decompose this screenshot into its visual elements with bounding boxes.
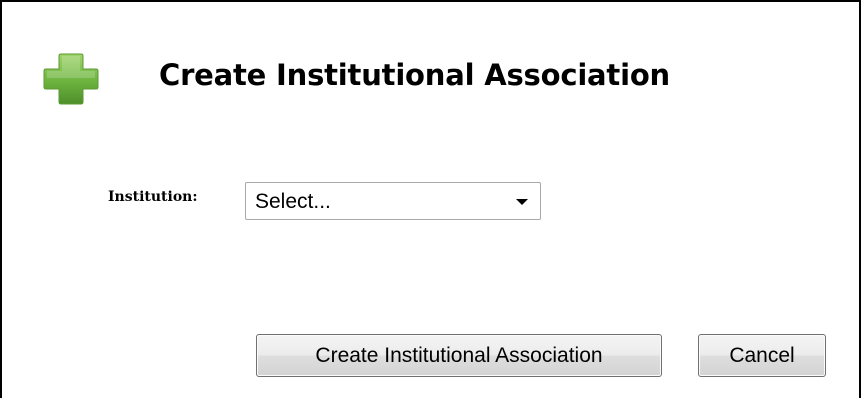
chevron-down-icon (516, 199, 528, 205)
dialog-panel: Create Institutional Association Institu… (0, 0, 861, 398)
cancel-button-label: Cancel (729, 343, 795, 367)
institution-label: Institution: (108, 189, 198, 205)
create-button-label: Create Institutional Association (315, 343, 603, 367)
create-institutional-association-button[interactable]: Create Institutional Association (256, 334, 662, 377)
institution-select-value: Select... (255, 190, 331, 213)
cancel-button[interactable]: Cancel (698, 334, 826, 377)
institution-select[interactable]: Select... (245, 182, 541, 220)
plus-icon (42, 52, 100, 106)
dialog-title: Create Institutional Association (159, 58, 670, 92)
